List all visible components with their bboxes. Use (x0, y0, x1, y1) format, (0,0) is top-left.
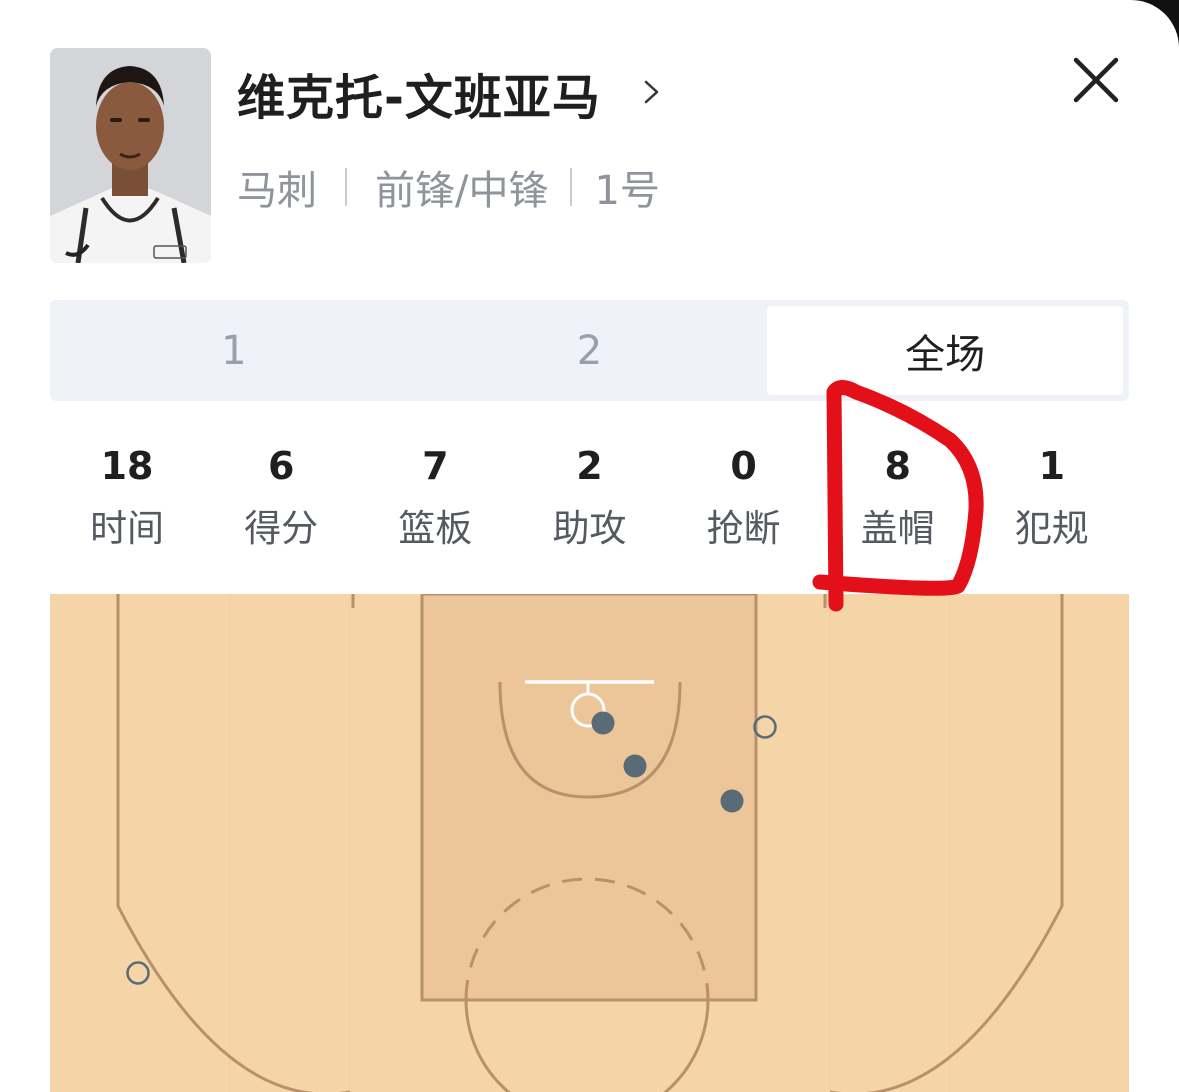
meta-divider (570, 168, 573, 206)
tab-full-game[interactable]: 全场 (767, 306, 1124, 395)
stat-minutes: 18 时间 (50, 440, 204, 552)
stat-value: 6 (267, 444, 295, 488)
stat-value: 2 (576, 444, 603, 488)
stat-steals: 0 抢断 (667, 440, 821, 552)
stat-label: 盖帽 (860, 507, 935, 550)
shot-chart-court (50, 594, 1129, 1092)
stat-label: 犯规 (1014, 507, 1089, 550)
shot-made-marker (720, 789, 744, 813)
stat-assists: 2 助攻 (512, 440, 666, 552)
stat-points: 6 得分 (204, 440, 358, 552)
shot-made-marker (623, 754, 647, 778)
stat-label: 篮板 (398, 507, 473, 550)
stats-row: 18 时间 6 得分 7 篮板 2 助攻 0 抢断 8 盖帽 1 犯规 (50, 440, 1129, 552)
stat-value: 7 (422, 444, 449, 488)
player-name[interactable]: 维克托-文班亚马 (237, 58, 601, 128)
stat-blocks: 8 盖帽 (821, 440, 975, 552)
stat-label: 抢断 (706, 507, 781, 550)
stat-value: 0 (730, 444, 757, 488)
stat-value: 8 (884, 444, 911, 488)
meta-divider (345, 168, 347, 206)
stat-fouls: 1 犯规 (975, 440, 1129, 552)
player-team: 马刺 (237, 168, 317, 214)
shot-made-marker (591, 711, 615, 735)
stat-value: 18 (100, 444, 154, 488)
player-position: 前锋/中锋 (375, 168, 549, 214)
player-meta: 马刺 前锋/中锋 1号 (237, 158, 660, 216)
period-tabs: 1 2 全场 (50, 300, 1129, 401)
stat-label: 助攻 (552, 507, 627, 550)
tab-period-2[interactable]: 2 (412, 306, 768, 395)
player-number: 1号 (594, 168, 660, 214)
stat-label: 得分 (244, 507, 319, 550)
tab-period-1[interactable]: 1 (56, 306, 412, 395)
player-avatar (50, 48, 211, 263)
chevron-right-icon[interactable] (642, 76, 662, 108)
stat-rebounds: 7 篮板 (358, 440, 512, 552)
close-icon[interactable] (1068, 52, 1124, 108)
stat-value: 1 (1038, 444, 1066, 488)
stat-label: 时间 (90, 507, 165, 550)
